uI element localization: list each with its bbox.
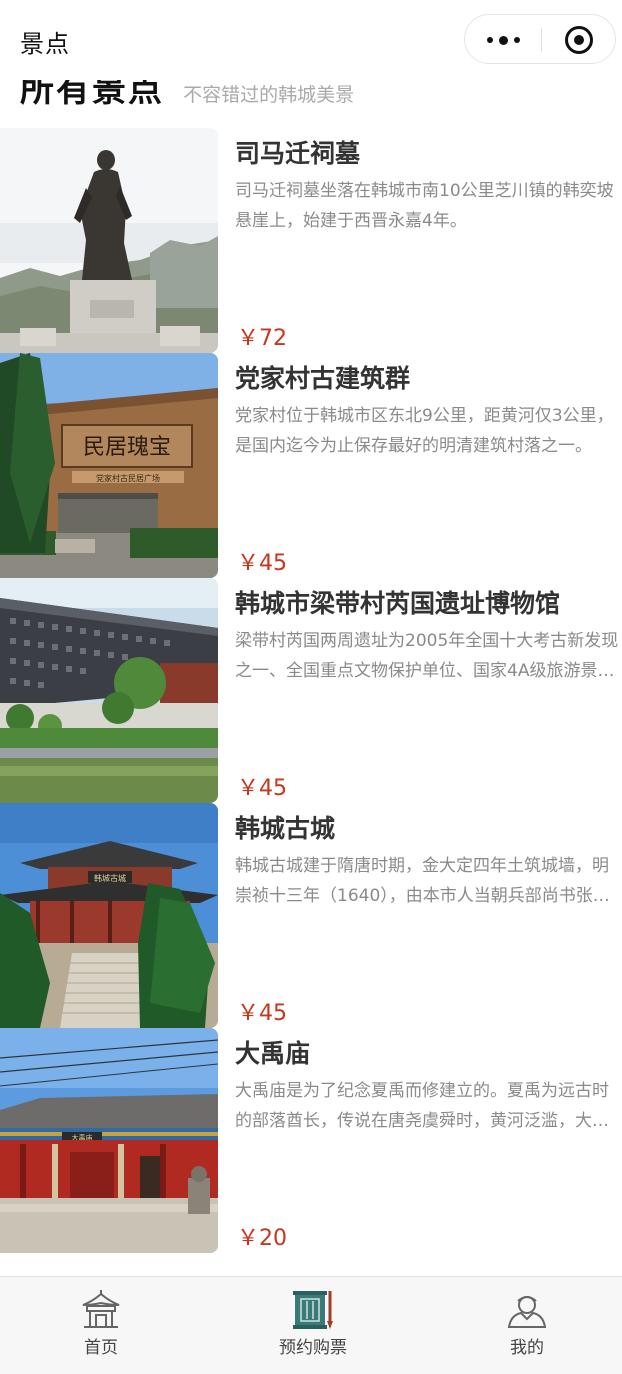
miniprogram-capsule (464, 14, 616, 64)
attraction-description: 司马迁祠墓坐落在韩城市南10公里芝川镇的韩奕坡悬崖上，始建于西晋永嘉4年。 (235, 181, 614, 231)
tab-mine[interactable]: 我的 (457, 1277, 597, 1374)
attraction-description: 党家村位于韩城市区东北9公里，距黄河仅3公里，是国内迄今为止保存最好的明清建筑村… (235, 406, 614, 456)
scroll-brush-icon (291, 1287, 335, 1335)
attraction-card[interactable]: 韩城市梁带村芮国遗址博物馆 梁带村芮国两周遗址为2005年全国十大考古新发现之一… (0, 578, 622, 803)
village-plaque-text: 民居瑰宝 (83, 434, 171, 459)
section-subtitle: 不容错过的韩城美景 (183, 84, 355, 106)
top-navbar: 景点 (0, 0, 622, 80)
village-wall-photo: 民居瑰宝 党家村古民居广场 (0, 353, 218, 578)
attraction-price: ￥20 (237, 1226, 287, 1251)
attraction-card[interactable]: 司马迁祠墓 司马迁祠墓坐落在韩城市南10公里芝川镇的韩奕坡悬崖上，始建于西晋永嘉… (0, 128, 622, 353)
attraction-description: 大禹庙是为了纪念夏禹而修建立的。夏禹为远古时的部落酋长，传说在唐尧虞舜时，黄河泛… (235, 1081, 609, 1131)
attraction-price: ￥45 (237, 1001, 287, 1026)
tab-home-label: 首页 (84, 1338, 118, 1358)
attraction-price: ￥45 (237, 776, 287, 801)
more-dots-icon[interactable] (465, 15, 541, 65)
statue-photo (0, 128, 218, 353)
attraction-name: 韩城古城 (235, 814, 336, 843)
attraction-name: 党家村古建筑群 (235, 364, 411, 393)
museum-photo (0, 578, 218, 803)
attraction-card[interactable]: 大禹庙 大禹庙 大禹庙是为了纪念夏禹而修建立的。夏禹为远古时的部落酋长，传说在唐… (0, 1028, 622, 1253)
attraction-name: 韩城市梁带村芮国遗址博物馆 (235, 589, 561, 618)
pavilion-icon (79, 1287, 123, 1335)
tab-home[interactable]: 首页 (31, 1277, 171, 1374)
attraction-name: 大禹庙 (235, 1039, 311, 1068)
attraction-card[interactable]: 韩城古城 韩城古城 韩城古城建于隋唐时期，金大定四年土筑城墙，明崇祯十三年（16… (0, 803, 622, 1028)
attraction-description: 梁带村芮国两周遗址为2005年全国十大考古新发现之一、全国重点文物保护单位、国家… (235, 631, 619, 681)
capsule-close-icon[interactable] (565, 26, 593, 54)
tab-booking[interactable]: 预约购票 (243, 1277, 383, 1374)
village-subplaque-text: 党家村古民居广场 (96, 473, 160, 483)
temple-photo: 大禹庙 (0, 1028, 218, 1253)
page-title: 景点 (20, 30, 70, 58)
bottom-tabbar: 首页 预约购票 我的 (0, 1276, 622, 1374)
attraction-description: 韩城古城建于隋唐时期，金大定四年土筑城墙，明崇祯十三年（1640），由本市人当朝… (235, 856, 610, 906)
attraction-price: ￥72 (237, 326, 287, 351)
person-icon (505, 1287, 549, 1335)
attraction-card[interactable]: 民居瑰宝 党家村古民居广场 党家村古建筑群 党家村位于韩城市区东北9公里，距黄河… (0, 353, 622, 578)
attraction-price: ￥45 (237, 551, 287, 576)
tab-mine-label: 我的 (510, 1338, 544, 1358)
ancient-gate-photo: 韩城古城 (0, 803, 218, 1028)
attraction-list: 司马迁祠墓 司马迁祠墓坐落在韩城市南10公里芝川镇的韩奕坡悬崖上，始建于西晋永嘉… (0, 128, 622, 1253)
page: 所有景点 不容错过的韩城美景 景点 司马迁祠墓 司马迁祠墓坐落在韩城市南10公里… (0, 0, 622, 1374)
capsule-divider (541, 28, 542, 52)
attraction-name: 司马迁祠墓 (235, 139, 361, 168)
tab-booking-label: 预约购票 (279, 1338, 347, 1358)
